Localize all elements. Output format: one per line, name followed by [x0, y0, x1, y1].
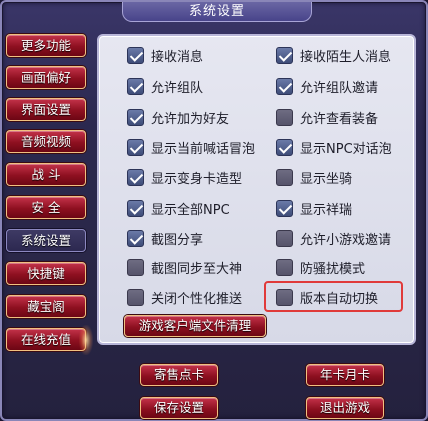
option-screenshot-share[interactable]: 截图分享 [127, 228, 203, 248]
checkbox-unchecked[interactable] [276, 258, 293, 276]
option-allow-team-invite[interactable]: 允许组队邀请 [276, 76, 378, 96]
option-allow-view-equipment[interactable]: 允许查看装备 [276, 107, 378, 127]
option-label: 允许加为好友 [151, 111, 230, 127]
option-label: 截图分享 [151, 232, 204, 248]
checkbox-checked[interactable] [276, 199, 293, 217]
sidebar-item-hotkeys[interactable]: 快捷键 [6, 262, 86, 285]
option-disable-personalized-push[interactable]: 关闭个性化推送 [127, 287, 242, 307]
checkbox-unchecked[interactable] [276, 108, 293, 126]
option-show-xiangrui[interactable]: 显示祥瑞 [276, 198, 352, 218]
option-receive-messages[interactable]: 接收消息 [127, 45, 203, 65]
checkbox-checked[interactable] [276, 77, 293, 95]
checkbox-checked[interactable] [127, 199, 144, 217]
annual-monthly-card-button[interactable]: 年卡月卡 [306, 364, 384, 386]
option-label: 允许组队 [151, 80, 204, 96]
checkbox-unchecked[interactable] [127, 288, 144, 306]
exit-game-button[interactable]: 退出游戏 [306, 397, 384, 419]
checkbox-checked[interactable] [127, 108, 144, 126]
sidebar-item-system-settings[interactable]: 系统设置 [6, 229, 86, 252]
option-auto-version-switch[interactable]: 版本自动切换 [276, 287, 378, 307]
option-show-all-npc[interactable]: 显示全部NPC [127, 198, 230, 218]
option-label: 允许组队邀请 [300, 80, 379, 96]
option-label: 显示坐骑 [300, 171, 353, 187]
option-show-shout-bubble[interactable]: 显示当前喊话冒泡 [127, 137, 255, 157]
sidebar-item-treasure-pavilion[interactable]: 藏宝阁 [6, 295, 86, 318]
option-label: 关闭个性化推送 [151, 291, 243, 307]
option-label: 显示NPC对话泡 [300, 141, 392, 157]
option-label: 截图同步至大神 [151, 261, 243, 277]
sidebar-item-security[interactable]: 安 全 [6, 196, 86, 219]
option-label: 显示全部NPC [151, 202, 230, 218]
save-settings-button[interactable]: 保存设置 [140, 397, 218, 419]
option-receive-stranger-messages[interactable]: 接收陌生人消息 [276, 45, 391, 65]
option-label: 接收消息 [151, 49, 204, 65]
sidebar-item-audio-video[interactable]: 音频视频 [6, 130, 86, 153]
option-label: 允许小游戏邀请 [300, 232, 392, 248]
option-allow-minigame-invite[interactable]: 允许小游戏邀请 [276, 228, 391, 248]
option-allow-add-friend[interactable]: 允许加为好友 [127, 107, 229, 127]
option-screenshot-sync-dashen[interactable]: 截图同步至大神 [127, 257, 242, 277]
option-show-mount[interactable]: 显示坐骑 [276, 167, 352, 187]
option-label: 接收陌生人消息 [300, 49, 392, 65]
clean-client-files-button[interactable]: 游戏客户端文件清理 [124, 315, 266, 337]
checkbox-unchecked[interactable] [127, 258, 144, 276]
checkbox-checked[interactable] [276, 138, 293, 156]
option-anti-harassment[interactable]: 防骚扰模式 [276, 257, 365, 277]
checkbox-checked[interactable] [127, 138, 144, 156]
checkbox-checked[interactable] [127, 77, 144, 95]
checkbox-checked[interactable] [127, 46, 144, 64]
option-label: 显示祥瑞 [300, 202, 353, 218]
option-label: 版本自动切换 [300, 291, 379, 307]
option-label: 显示变身卡造型 [151, 171, 243, 187]
option-show-npc-bubble[interactable]: 显示NPC对话泡 [276, 137, 392, 157]
sidebar-item-more-features[interactable]: 更多功能 [6, 34, 86, 57]
option-label: 允许查看装备 [300, 111, 379, 127]
option-show-transform-card[interactable]: 显示变身卡造型 [127, 167, 242, 187]
checkbox-unchecked[interactable] [276, 168, 293, 186]
option-label: 显示当前喊话冒泡 [151, 141, 256, 157]
checkbox-checked[interactable] [127, 168, 144, 186]
checkbox-unchecked[interactable] [276, 229, 293, 247]
option-label: 防骚扰模式 [300, 261, 366, 277]
option-allow-team[interactable]: 允许组队 [127, 76, 203, 96]
sidebar-item-interface-settings[interactable]: 界面设置 [6, 98, 86, 121]
checkbox-unchecked[interactable] [276, 288, 293, 306]
sidebar-item-combat[interactable]: 战 斗 [6, 163, 86, 186]
sidebar-item-display-preference[interactable]: 画面偏好 [6, 66, 86, 89]
consign-card-button[interactable]: 寄售点卡 [140, 364, 218, 386]
sidebar-item-online-recharge[interactable]: 在线充值 [6, 325, 93, 355]
window-title: 系统设置 [122, 2, 312, 22]
checkbox-checked[interactable] [127, 229, 144, 247]
checkbox-checked[interactable] [276, 46, 293, 64]
